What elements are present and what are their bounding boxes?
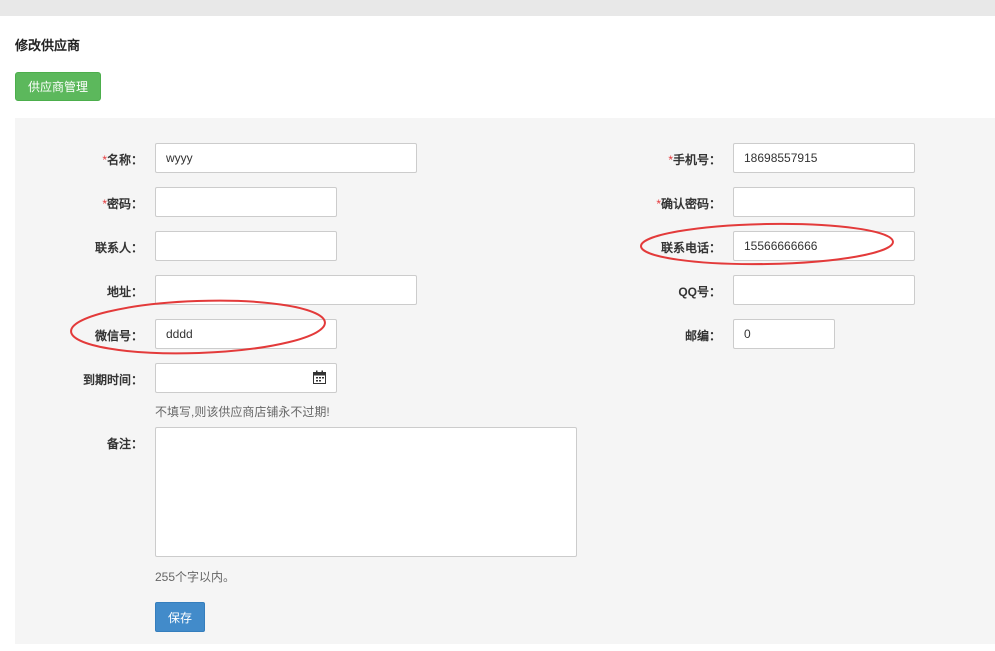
expire-time-hint: 不填写,则该供应商店铺永不过期!: [155, 405, 330, 419]
zipcode-input[interactable]: [733, 319, 835, 349]
address-label: 地址：: [106, 285, 143, 299]
name-label: *名称：: [102, 153, 143, 167]
contact-phone-label: 联系电话：: [660, 241, 721, 255]
confirm-password-label: *确认密码：: [656, 197, 721, 211]
password-input[interactable]: [155, 187, 337, 217]
expire-time-input[interactable]: [155, 363, 337, 393]
password-label: *密码：: [102, 197, 143, 211]
name-input[interactable]: [155, 143, 417, 173]
page-title: 修改供应商: [15, 38, 81, 53]
mobile-label: *手机号：: [668, 153, 721, 167]
save-button[interactable]: 保存: [155, 602, 205, 632]
supplier-management-button[interactable]: 供应商管理: [15, 72, 101, 101]
zipcode-label: 邮编：: [684, 329, 721, 343]
remark-textarea[interactable]: [155, 427, 577, 557]
calendar-icon[interactable]: [313, 370, 326, 384]
confirm-password-input[interactable]: [733, 187, 915, 217]
expire-time-label: 到期时间：: [82, 373, 143, 387]
address-input[interactable]: [155, 275, 417, 305]
contact-person-label: 联系人：: [94, 241, 143, 255]
contact-phone-input[interactable]: [733, 231, 915, 261]
wechat-label: 微信号：: [94, 329, 143, 343]
qq-input[interactable]: [733, 275, 915, 305]
wechat-input[interactable]: [155, 319, 337, 349]
remark-label: 备注：: [106, 437, 143, 451]
qq-label: QQ号：: [678, 285, 721, 299]
remark-hint: 255个字以内。: [155, 570, 236, 584]
contact-person-input[interactable]: [155, 231, 337, 261]
top-bar: [0, 0, 995, 16]
mobile-input[interactable]: [733, 143, 915, 173]
